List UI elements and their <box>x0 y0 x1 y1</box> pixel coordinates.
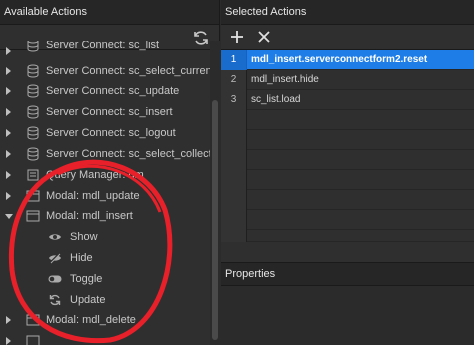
row-number: 2 <box>221 70 247 90</box>
available-actions-title: Available Actions <box>0 0 219 25</box>
modal-icon <box>26 314 40 326</box>
database-icon <box>27 84 39 98</box>
eye-slash-icon <box>49 252 61 264</box>
action-text: sc_list.load <box>251 94 301 105</box>
selected-action-row[interactable]: 3 sc_list.load <box>221 90 474 110</box>
tree-item-label: Server Connect: sc_update <box>46 85 180 97</box>
empty-row <box>221 190 474 210</box>
tree-item-update[interactable]: Update <box>0 290 210 310</box>
tree-item-show[interactable]: Show <box>0 227 210 247</box>
modal-icon <box>26 190 40 202</box>
tree-item-mdl-insert[interactable]: Modal: mdl_insert <box>0 206 210 226</box>
tree-item-label: Modal: mdl_update <box>46 190 140 202</box>
tree-item-partial[interactable] <box>0 331 210 345</box>
expand-arrow-icon[interactable] <box>6 316 11 324</box>
query-icon <box>27 169 39 181</box>
action-text: mdl_insert.serverconnectform2.reset <box>251 54 428 65</box>
expand-arrow-icon[interactable] <box>6 87 11 95</box>
close-icon[interactable] <box>256 29 272 45</box>
empty-row <box>221 110 474 130</box>
modal-icon <box>26 210 40 222</box>
toggle-icon <box>48 275 62 283</box>
tree-scrollbar-thumb[interactable] <box>212 100 218 340</box>
selected-actions-title: Selected Actions <box>221 0 474 25</box>
properties-panel <box>221 286 474 345</box>
tree-item-label: Show <box>70 231 98 243</box>
tree-item-label: Server Connect: sc_insert <box>46 106 173 118</box>
expand-arrow-icon[interactable] <box>6 192 11 200</box>
tree-item-toggle[interactable]: Toggle <box>0 269 210 289</box>
collapse-arrow-icon[interactable] <box>5 214 13 219</box>
plus-icon[interactable] <box>229 29 245 45</box>
tree-item-hide[interactable]: Hide <box>0 248 210 268</box>
database-icon <box>27 126 39 140</box>
expand-arrow-icon[interactable] <box>6 337 11 345</box>
tree-item-sc-update[interactable]: Server Connect: sc_update <box>0 81 210 101</box>
empty-row <box>221 150 474 170</box>
selected-actions-list: 1 mdl_insert.serverconnectform2.reset 2 … <box>221 50 474 242</box>
tree-item-label: Modal: mdl_delete <box>46 314 136 326</box>
tree-item-label: Server Connect: sc_select_current <box>46 65 210 77</box>
selected-action-row[interactable]: 2 mdl_insert.hide <box>221 70 474 90</box>
expand-arrow-icon[interactable] <box>6 150 11 158</box>
expand-arrow-icon[interactable] <box>6 171 11 179</box>
eye-icon <box>49 234 61 240</box>
tree-item-label: Query Manager: qm <box>46 169 144 181</box>
empty-row <box>221 130 474 150</box>
tree-item-label: Toggle <box>70 273 103 285</box>
modal-icon <box>26 335 40 345</box>
selected-actions-toolbar <box>221 25 474 50</box>
tree-item-sc-insert[interactable]: Server Connect: sc_insert <box>0 102 210 122</box>
tree-item-label: Update <box>70 294 106 306</box>
tree-item-sc-select-current[interactable]: Server Connect: sc_select_current <box>0 61 210 81</box>
tree-item-query-manager[interactable]: Query Manager: qm <box>0 165 210 185</box>
empty-row <box>221 170 474 190</box>
tree-item-sc-list[interactable]: Server Connect: sc_list <box>0 41 210 61</box>
empty-row <box>221 210 474 230</box>
expand-arrow-icon[interactable] <box>6 129 11 137</box>
properties-title: Properties <box>221 262 474 286</box>
refresh-icon <box>49 294 61 306</box>
database-icon <box>27 41 39 52</box>
tree-item-label: Server Connect: sc_logout <box>46 127 176 139</box>
tree-item-label: Server Connect: sc_select_collection <box>46 148 210 160</box>
row-number: 1 <box>221 50 247 70</box>
tree-item-label: Modal: mdl_insert <box>46 210 133 222</box>
row-number: 3 <box>221 90 247 110</box>
selected-action-row[interactable]: 1 mdl_insert.serverconnectform2.reset <box>221 50 474 70</box>
expand-arrow-icon[interactable] <box>6 67 11 75</box>
tree-item-mdl-update[interactable]: Modal: mdl_update <box>0 186 210 206</box>
expand-arrow-icon[interactable] <box>6 108 11 116</box>
tree-item-sc-select-collection[interactable]: Server Connect: sc_select_collection <box>0 144 210 164</box>
database-icon <box>27 147 39 161</box>
tree-item-label: Server Connect: sc_list <box>46 41 160 51</box>
actions-tree: Server Connect: sc_list Server Connect: … <box>0 41 210 345</box>
tree-item-sc-logout[interactable]: Server Connect: sc_logout <box>0 123 210 143</box>
action-text: mdl_insert.hide <box>251 74 319 85</box>
tree-item-mdl-delete[interactable]: Modal: mdl_delete <box>0 310 210 330</box>
tree-item-label: Hide <box>70 252 93 264</box>
empty-row <box>221 230 474 242</box>
expand-arrow-icon[interactable] <box>6 47 11 55</box>
database-icon <box>27 64 39 78</box>
database-icon <box>27 105 39 119</box>
